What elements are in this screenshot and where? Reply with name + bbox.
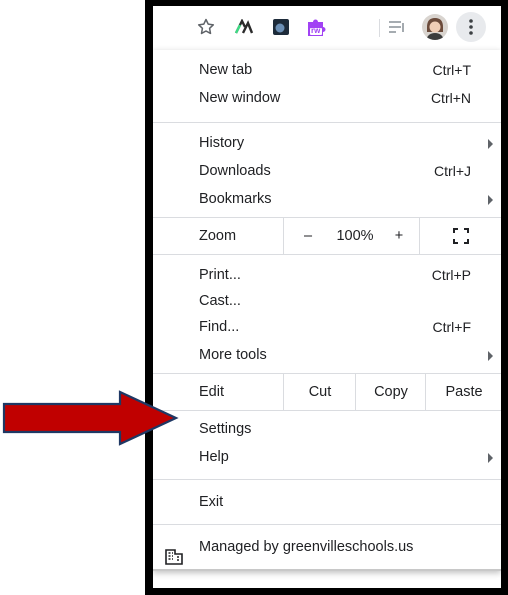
submenu-arrow-icon bbox=[488, 195, 493, 205]
menu-row-zoom: Zoom – 100% + bbox=[153, 218, 501, 254]
copy-button[interactable]: Copy bbox=[355, 374, 426, 410]
paste-button[interactable]: Paste bbox=[425, 374, 502, 410]
kebab-menu-icon[interactable] bbox=[456, 12, 486, 42]
browser-toolbar: rw bbox=[153, 6, 501, 50]
new-window-shortcut: Ctrl+N bbox=[430, 90, 471, 106]
red-pointer-arrow bbox=[2, 390, 179, 446]
more-tools-label: More tools bbox=[199, 347, 267, 363]
menu-item-help[interactable]: Help bbox=[153, 443, 501, 471]
rw-puzzle-extension-icon[interactable]: rw bbox=[305, 16, 327, 38]
submenu-arrow-icon bbox=[488, 453, 493, 463]
menu-item-exit[interactable]: Exit bbox=[153, 488, 501, 516]
chrome-menu-window: rw New tab Ctrl+T New window Ctrl+N Hist… bbox=[153, 6, 501, 588]
menu-item-new-window[interactable]: New window Ctrl+N bbox=[153, 84, 501, 112]
profile-avatar[interactable] bbox=[422, 14, 448, 40]
rw-label: rw bbox=[311, 26, 321, 35]
zoom-label: Zoom bbox=[199, 228, 237, 244]
menu-item-downloads[interactable]: Downloads Ctrl+J bbox=[153, 157, 501, 185]
menu-item-more-tools[interactable]: More tools bbox=[153, 341, 501, 369]
menu-divider bbox=[153, 479, 501, 480]
cut-button[interactable]: Cut bbox=[283, 374, 356, 410]
menu-item-managed[interactable]: Managed by greenvilleschools.us bbox=[153, 525, 501, 569]
print-label: Print... bbox=[199, 267, 241, 283]
dark-square-extension-icon[interactable] bbox=[270, 16, 292, 38]
new-tab-label: New tab bbox=[199, 62, 253, 78]
exit-label: Exit bbox=[199, 494, 224, 510]
star-icon[interactable] bbox=[195, 16, 217, 38]
menu-item-find[interactable]: Find... Ctrl+F bbox=[153, 313, 501, 341]
pluralsight-icon[interactable] bbox=[233, 16, 255, 38]
find-shortcut: Ctrl+F bbox=[432, 319, 472, 335]
menu-item-history[interactable]: History bbox=[153, 129, 501, 157]
print-shortcut: Ctrl+P bbox=[431, 267, 471, 283]
reading-list-icon[interactable] bbox=[386, 16, 408, 38]
new-window-label: New window bbox=[199, 90, 281, 106]
zoom-level-value: 100% bbox=[336, 228, 374, 244]
menu-bottom-edge bbox=[153, 569, 501, 571]
new-tab-shortcut: Ctrl+T bbox=[432, 62, 472, 78]
managed-label: Managed by greenvilleschools.us bbox=[199, 539, 414, 555]
fullscreen-icon[interactable] bbox=[419, 218, 502, 254]
menu-item-new-tab[interactable]: New tab Ctrl+T bbox=[153, 56, 501, 84]
menu-divider bbox=[153, 254, 501, 255]
menu-divider bbox=[153, 122, 501, 123]
submenu-arrow-icon bbox=[488, 351, 493, 361]
menu-item-bookmarks[interactable]: Bookmarks bbox=[153, 185, 501, 213]
bookmarks-label: Bookmarks bbox=[199, 191, 272, 207]
menu-item-print[interactable]: Print... Ctrl+P bbox=[153, 261, 501, 289]
chrome-main-menu: New tab Ctrl+T New window Ctrl+N History… bbox=[153, 50, 501, 571]
find-label: Find... bbox=[199, 319, 240, 335]
zoom-out-button[interactable]: – bbox=[283, 218, 332, 254]
menu-item-cast[interactable]: Cast... bbox=[153, 289, 501, 313]
toolbar-separator bbox=[379, 19, 380, 37]
menu-row-edit: Edit Cut Copy Paste bbox=[153, 374, 501, 410]
building-icon bbox=[165, 539, 183, 583]
cast-label: Cast... bbox=[199, 293, 241, 309]
zoom-in-button[interactable]: + bbox=[379, 218, 419, 254]
edit-label: Edit bbox=[199, 384, 224, 400]
settings-label: Settings bbox=[199, 421, 252, 437]
downloads-shortcut: Ctrl+J bbox=[434, 163, 471, 179]
submenu-arrow-icon bbox=[488, 139, 493, 149]
menu-item-settings[interactable]: Settings bbox=[153, 415, 501, 443]
downloads-label: Downloads bbox=[199, 163, 271, 179]
history-label: History bbox=[199, 135, 245, 151]
help-label: Help bbox=[199, 449, 229, 465]
menu-divider bbox=[153, 410, 501, 411]
